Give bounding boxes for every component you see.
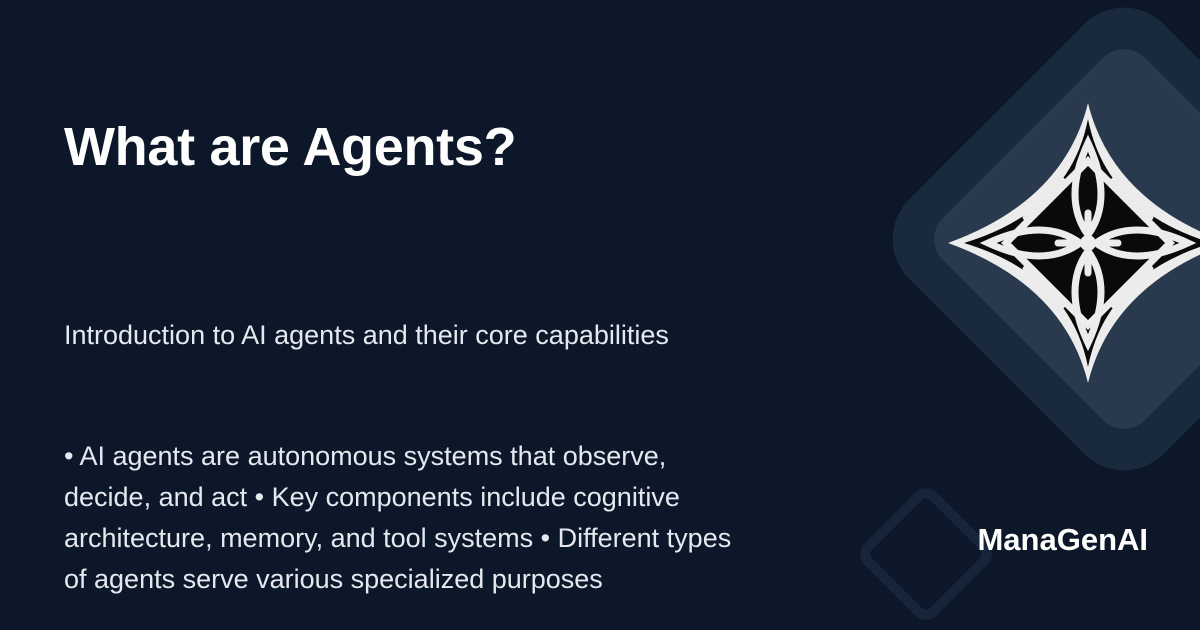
description-text: • AI agents are autonomous systems that … — [64, 441, 732, 594]
diamond-outline-small — [860, 488, 992, 620]
subtitle: Introduction to AI agents and their core… — [64, 320, 669, 350]
ornamental-diamond-icon — [948, 103, 1200, 383]
page-title: What are Agents? — [64, 117, 517, 177]
social-card: What are Agents? Introduction to AI agen… — [0, 0, 1200, 630]
brand-name: ManaGenAI — [977, 522, 1148, 557]
